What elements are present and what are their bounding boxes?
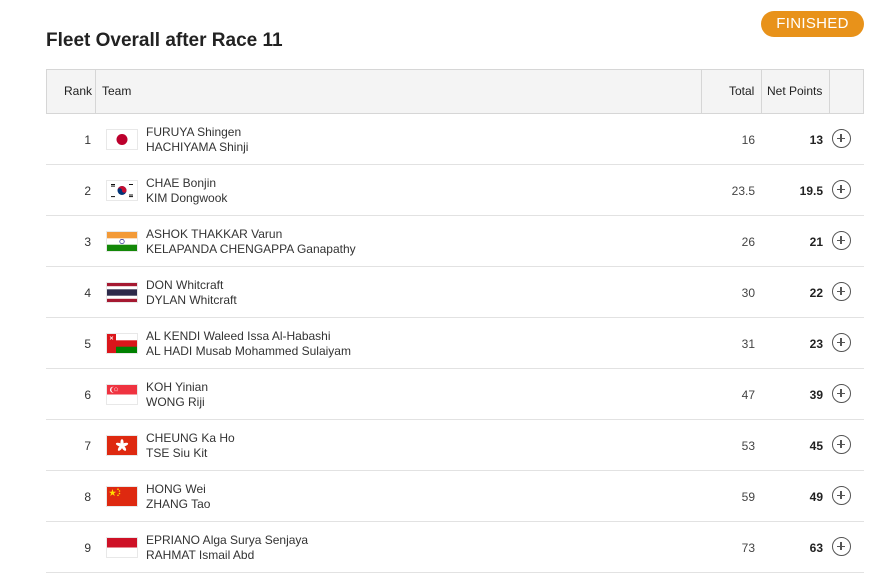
header-rank[interactable]: Rank: [64, 70, 92, 113]
rank-cell: 3: [84, 235, 91, 249]
team-names: KOH Yinian WONG Riji: [146, 380, 208, 410]
team-names: CHEUNG Ka Ho TSE Siu Kit: [146, 431, 235, 461]
expand-plus-icon[interactable]: [832, 333, 851, 352]
column-divider: [95, 70, 96, 113]
sailor-name-2: AL HADI Musab Mohammed Sulaiyam: [146, 344, 351, 358]
net-points-cell: 45: [809, 439, 823, 453]
sailor-name-1: AL KENDI Waleed Issa Al-Habashi: [146, 329, 331, 343]
total-cell: 30: [741, 286, 755, 300]
page-title: Fleet Overall after Race 11: [46, 30, 283, 51]
header-total[interactable]: Total: [729, 70, 754, 113]
status-badge: FINISHED: [761, 11, 864, 37]
net-points-cell: 39: [809, 388, 823, 402]
sailor-name-2: RAHMAT Ismail Abd: [146, 548, 255, 562]
column-divider: [761, 70, 762, 113]
sailor-name-2: WONG Riji: [146, 395, 205, 409]
hong-kong-flag-icon: [106, 435, 138, 456]
table-row[interactable]: 1 FURUYA Shingen HACHIYAMA Shinji 16 13: [46, 114, 864, 165]
rank-cell: 7: [84, 439, 91, 453]
total-cell: 26: [741, 235, 755, 249]
table-row[interactable]: 8 HONG Wei ZHANG Tao 59 49: [46, 471, 864, 522]
rank-cell: 9: [84, 541, 91, 555]
net-points-cell: 23: [809, 337, 823, 351]
total-cell: 47: [741, 388, 755, 402]
sailor-name-1: KOH Yinian: [146, 380, 209, 394]
team-names: HONG Wei ZHANG Tao: [146, 482, 210, 512]
sailor-name-1: HONG Wei: [146, 482, 206, 496]
table-row[interactable]: 9 EPRIANO Alga Surya Senjaya RAHMAT Ismail…: [46, 522, 864, 573]
team-names: AL KENDI Waleed Issa Al-Habashi AL HADI M…: [146, 329, 351, 359]
sailor-name-1: CHEUNG Ka Ho: [146, 431, 235, 445]
expand-plus-icon[interactable]: [832, 486, 851, 505]
total-cell: 31: [741, 337, 755, 351]
sailor-name-1: CHAE Bonjin: [146, 176, 217, 190]
table-row[interactable]: 6 KOH Yinian WONG Riji 47 39: [46, 369, 864, 420]
sailor-name-1: EPRIANO Alga Surya Senjaya: [146, 533, 309, 547]
rank-cell: 5: [84, 337, 91, 351]
team-names: FURUYA Shingen HACHIYAMA Shinji: [146, 125, 248, 155]
total-cell: 16: [741, 133, 755, 147]
total-cell: 59: [741, 490, 755, 504]
net-points-cell: 21: [809, 235, 823, 249]
net-points-cell: 63: [809, 541, 823, 555]
expand-plus-icon[interactable]: [832, 537, 851, 556]
rank-cell: 1: [84, 133, 91, 147]
table-row[interactable]: 2 CHAE Bonjin KIM Dongwook 23.5 19.5: [46, 165, 864, 216]
sailor-name-2: KIM Dongwook: [146, 191, 228, 205]
japan-flag-icon: [106, 129, 138, 150]
sailor-name-2: HACHIYAMA Shinji: [146, 140, 249, 154]
table-header: Rank Team Total Net Points: [46, 69, 864, 114]
team-names: DON Whitcraft DYLAN Whitcraft: [146, 278, 237, 308]
expand-plus-icon[interactable]: [832, 180, 851, 199]
expand-plus-icon[interactable]: [832, 435, 851, 454]
sailor-name-2: KELAPANDA CHENGAPPA Ganapathy: [146, 242, 356, 256]
team-names: EPRIANO Alga Surya Senjaya RAHMAT Ismail …: [146, 533, 308, 563]
table-row[interactable]: 5 AL KENDI Waleed Issa Al-Habashi AL HADI …: [46, 318, 864, 369]
total-cell: 53: [741, 439, 755, 453]
table-row[interactable]: 4 DON Whitcraft DYLAN Whitcraft 30 22: [46, 267, 864, 318]
net-points-cell: 49: [809, 490, 823, 504]
net-points-cell: 13: [809, 133, 823, 147]
expand-plus-icon[interactable]: [832, 231, 851, 250]
oman-flag-icon: [106, 333, 138, 354]
table-row[interactable]: 7 CHEUNG Ka Ho TSE Siu Kit 53 45: [46, 420, 864, 471]
header-team[interactable]: Team: [102, 70, 131, 113]
singapore-flag-icon: [106, 384, 138, 405]
india-flag-icon: [106, 231, 138, 252]
china-flag-icon: [106, 486, 138, 507]
header-net-points[interactable]: Net Points: [767, 70, 822, 113]
thailand-flag-icon: [106, 282, 138, 303]
indonesia-flag-icon: [106, 537, 138, 558]
table-body: 1 FURUYA Shingen HACHIYAMA Shinji 16 13 2 CHAE…: [46, 114, 864, 573]
sailor-name-1: DON Whitcraft: [146, 278, 224, 292]
expand-plus-icon[interactable]: [832, 129, 851, 148]
sailor-name-2: ZHANG Tao: [146, 497, 211, 511]
column-divider: [701, 70, 702, 113]
column-divider: [829, 70, 830, 113]
expand-plus-icon[interactable]: [832, 282, 851, 301]
total-cell: 73: [741, 541, 755, 555]
team-names: CHAE Bonjin KIM Dongwook: [146, 176, 227, 206]
sailor-name-1: ASHOK THAKKAR Varun: [146, 227, 283, 241]
sailor-name-2: TSE Siu Kit: [146, 446, 208, 460]
team-names: ASHOK THAKKAR Varun KELAPANDA CHENGAPPA G…: [146, 227, 356, 257]
rank-cell: 6: [84, 388, 91, 402]
total-cell: 23.5: [731, 184, 755, 198]
rank-cell: 4: [84, 286, 91, 300]
sailor-name-1: FURUYA Shingen: [146, 125, 242, 139]
expand-plus-icon[interactable]: [832, 384, 851, 403]
rank-cell: 8: [84, 490, 91, 504]
table-row[interactable]: 3 ASHOK THAKKAR Varun KELAPANDA CHENGAPPA …: [46, 216, 864, 267]
results-table: Rank Team Total Net Points 1 FURUYA Shing…: [46, 69, 864, 573]
net-points-cell: 19.5: [799, 184, 823, 198]
rank-cell: 2: [84, 184, 91, 198]
sailor-name-2: DYLAN Whitcraft: [146, 293, 237, 307]
net-points-cell: 22: [809, 286, 823, 300]
south-korea-flag-icon: [106, 180, 138, 201]
